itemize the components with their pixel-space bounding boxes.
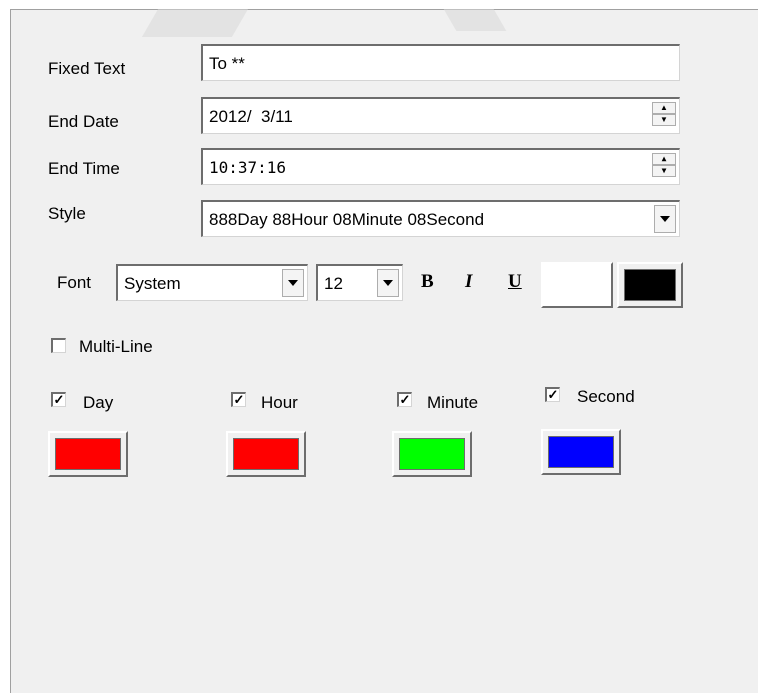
font-family-dropdown-button[interactable] (282, 269, 304, 297)
spin-down-icon[interactable]: ▼ (652, 114, 676, 126)
day-checkbox[interactable]: ✓ (51, 392, 66, 407)
end-time-label: End Time (48, 159, 120, 178)
fixed-text-input[interactable]: To ** (201, 44, 680, 81)
font-family-dropdown[interactable]: System (116, 264, 308, 301)
end-date-label: End Date (48, 112, 119, 131)
style-selected-value: 888Day 88Hour 08Minute 08Second (209, 210, 485, 229)
background-color-button[interactable] (541, 262, 613, 308)
bold-button[interactable]: B (421, 271, 434, 293)
underline-button[interactable]: U (508, 271, 522, 293)
hour-color-swatch (233, 438, 299, 470)
multi-line-checkbox[interactable] (51, 338, 66, 353)
font-size-dropdown-button[interactable] (377, 269, 399, 297)
style-dropdown[interactable]: 888Day 88Hour 08Minute 08Second (201, 200, 680, 237)
end-time-value: 10:37:16 (209, 158, 287, 177)
font-size-value: 12 (324, 274, 343, 293)
second-label: Second (577, 387, 635, 406)
font-label: Font (57, 273, 92, 292)
second-color-swatch (548, 436, 614, 468)
minute-label: Minute (427, 393, 479, 412)
watermark-shape (141, 9, 249, 37)
font-size-dropdown[interactable]: 12 (316, 264, 403, 301)
spin-down-icon[interactable]: ▼ (652, 165, 676, 177)
minute-color-swatch (399, 438, 465, 470)
hour-color-button[interactable] (226, 431, 306, 477)
day-color-button[interactable] (48, 431, 128, 477)
day-color-swatch (55, 438, 121, 470)
end-time-spinner[interactable]: ▲ ▼ (652, 153, 676, 179)
style-label: Style (48, 204, 86, 223)
end-date-value: 2012/ 3/11 (209, 107, 293, 126)
hour-label: Hour (261, 393, 298, 412)
end-date-spinner[interactable]: ▲ ▼ (652, 102, 676, 128)
fixed-text-label: Fixed Text (48, 59, 126, 78)
style-dropdown-button[interactable] (654, 205, 676, 233)
second-checkbox[interactable]: ✓ (545, 387, 560, 402)
minute-checkbox[interactable]: ✓ (397, 392, 412, 407)
end-date-picker[interactable]: 2012/ 3/11 ▲ ▼ (201, 97, 680, 134)
multi-line-label: Multi-Line (79, 337, 153, 356)
chevron-down-icon (288, 280, 298, 286)
foreground-color-button[interactable] (617, 262, 683, 308)
end-time-picker[interactable]: 10:37:16 ▲ ▼ (201, 148, 680, 185)
chevron-down-icon (660, 216, 670, 222)
foreground-color-swatch (624, 269, 676, 301)
minute-color-button[interactable] (392, 431, 472, 477)
font-family-value: System (124, 274, 181, 293)
spin-up-icon[interactable]: ▲ (652, 102, 676, 114)
italic-button[interactable]: I (465, 271, 472, 293)
second-color-button[interactable] (541, 429, 621, 475)
spin-up-icon[interactable]: ▲ (652, 153, 676, 165)
day-label: Day (83, 393, 114, 412)
chevron-down-icon (383, 280, 393, 286)
hour-checkbox[interactable]: ✓ (231, 392, 246, 407)
